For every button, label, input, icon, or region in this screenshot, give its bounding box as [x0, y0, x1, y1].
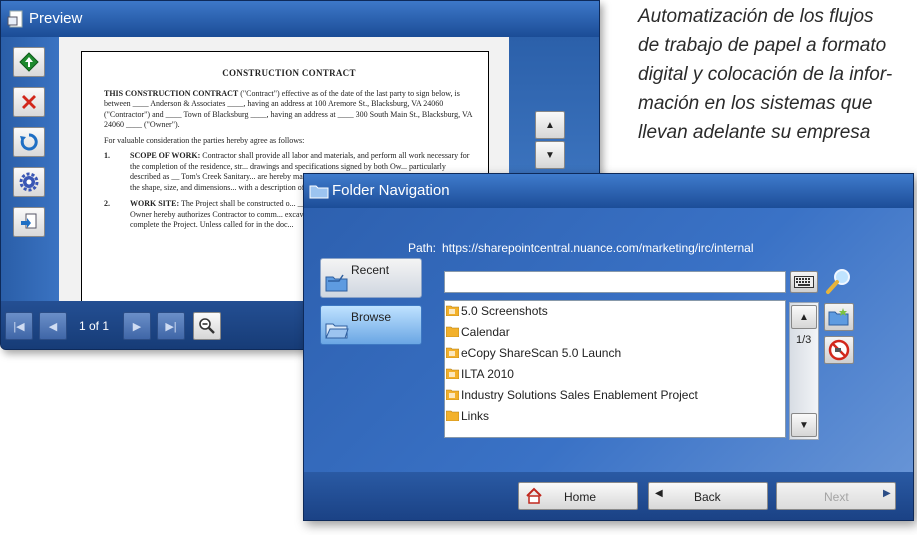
delete-button[interactable] [13, 87, 45, 117]
tagline-line: digital y colocación de la infor- [638, 64, 893, 85]
preview-title: Preview [29, 10, 83, 27]
tagline-line: Automatización de los flujos [638, 6, 874, 27]
folder-icon [309, 185, 329, 199]
back-label: Back [694, 490, 721, 504]
last-page-icon: ▶| [165, 320, 177, 333]
tagline: Automatización de los flujos de trabajo … [638, 2, 916, 147]
zoom-out-button[interactable] [193, 312, 221, 340]
triangle-left-icon: ◀ [655, 488, 663, 499]
next-label: Next [824, 490, 849, 504]
folder-icon [446, 389, 459, 400]
back-button[interactable]: ◀ Back [648, 482, 768, 510]
page-indicator: 1 of 1 [79, 319, 110, 333]
preview-toolbar [1, 37, 59, 301]
browse-folder-icon [325, 323, 349, 339]
new-folder-icon [828, 308, 849, 326]
triangle-down-icon: ▼ [799, 419, 809, 431]
insert-page-icon [21, 213, 37, 229]
path-value: https://sharepointcentral.nuance.com/mar… [442, 241, 754, 255]
keyboard-button[interactable] [790, 271, 818, 293]
triangle-up-icon: ▲ [545, 119, 555, 131]
new-folder-button[interactable] [824, 303, 854, 331]
accept-icon [19, 52, 39, 72]
scroll-up-button[interactable]: ▲ [535, 111, 565, 139]
folder-list: 5.0 Screenshots Calendar eCopy ShareScan… [444, 300, 786, 438]
disconnect-button[interactable] [824, 336, 854, 364]
previous-page-button[interactable]: ◀ [39, 312, 67, 340]
folder-title-bar: Folder Navigation [304, 174, 913, 208]
accept-button[interactable] [13, 47, 45, 77]
document-heading: CONSTRUCTION CONTRACT [222, 68, 356, 78]
path-label: Path: [408, 241, 437, 255]
preview-title-bar: Preview [1, 1, 599, 37]
refresh-icon [20, 133, 38, 151]
triangle-down-icon: ▼ [545, 149, 555, 161]
folder-icon [446, 326, 459, 337]
rescan-button[interactable] [13, 127, 45, 157]
first-page-icon: |◀ [13, 320, 25, 333]
list-item[interactable]: eCopy ShareScan 5.0 Launch [445, 343, 785, 363]
triangle-left-icon: ◀ [48, 320, 58, 333]
tagline-line: llevan adelante su empresa [638, 122, 871, 143]
home-button[interactable]: Home [518, 482, 638, 510]
document-icon [7, 10, 23, 28]
recent-folder-icon [325, 274, 348, 292]
next-page-button[interactable]: ▶ [123, 312, 151, 340]
keyboard-icon [794, 276, 814, 288]
tagline-line: mación en los sistemas que [638, 93, 873, 114]
folder-icon [446, 347, 459, 358]
folder-navigation-window: Folder Navigation Path: https://sharepoi… [303, 173, 914, 521]
folder-icon [446, 368, 459, 379]
insert-page-button[interactable] [13, 207, 45, 237]
browse-button[interactable]: Browse [320, 305, 422, 345]
browse-label: Browse [351, 310, 392, 324]
no-entry-icon [828, 339, 850, 361]
triangle-right-icon: ▶ [883, 488, 891, 499]
last-page-button[interactable]: ▶| [157, 312, 185, 340]
folder-search-input[interactable] [444, 271, 786, 293]
home-icon [526, 487, 542, 504]
document-consideration: For valuable consideration the parties h… [104, 135, 305, 145]
list-page-indicator: 1/3 [796, 334, 812, 346]
recent-label: Recent [351, 263, 390, 277]
first-page-button[interactable]: |◀ [5, 312, 33, 340]
next-button[interactable]: Next ▶ [776, 482, 896, 510]
folder-title: Folder Navigation [332, 182, 450, 199]
recent-button[interactable]: Recent [320, 258, 422, 298]
document-intro: THIS CONSTRUCTION CONTRACT ("Contract") … [104, 88, 473, 130]
triangle-up-icon: ▲ [799, 311, 809, 323]
tagline-line: de trabajo de papel a formato [638, 35, 887, 56]
triangle-right-icon: ▶ [132, 320, 142, 333]
list-item[interactable]: 5.0 Screenshots [445, 301, 785, 321]
gear-icon [19, 172, 39, 192]
list-item[interactable]: ILTA 2010 [445, 364, 785, 384]
scroll-down-button[interactable]: ▼ [535, 141, 565, 169]
list-scroll-down-button[interactable]: ▼ [791, 413, 817, 437]
folder-action-bar: Home ◀ Back Next ▶ [304, 472, 913, 520]
list-scroll-up-button[interactable]: ▲ [791, 305, 817, 329]
settings-button[interactable] [13, 167, 45, 197]
zoom-out-icon [199, 318, 215, 334]
list-item[interactable]: Calendar [445, 322, 785, 342]
search-icon[interactable] [825, 267, 853, 295]
folder-icon [446, 410, 459, 421]
close-icon [22, 95, 36, 109]
folder-list-scrollbar[interactable]: ▲ 1/3 ▼ [789, 302, 819, 440]
list-item[interactable]: Links [445, 406, 785, 426]
home-label: Home [564, 490, 597, 504]
folder-icon [446, 305, 459, 316]
list-item[interactable]: Industry Solutions Sales Enablement Proj… [445, 385, 785, 405]
